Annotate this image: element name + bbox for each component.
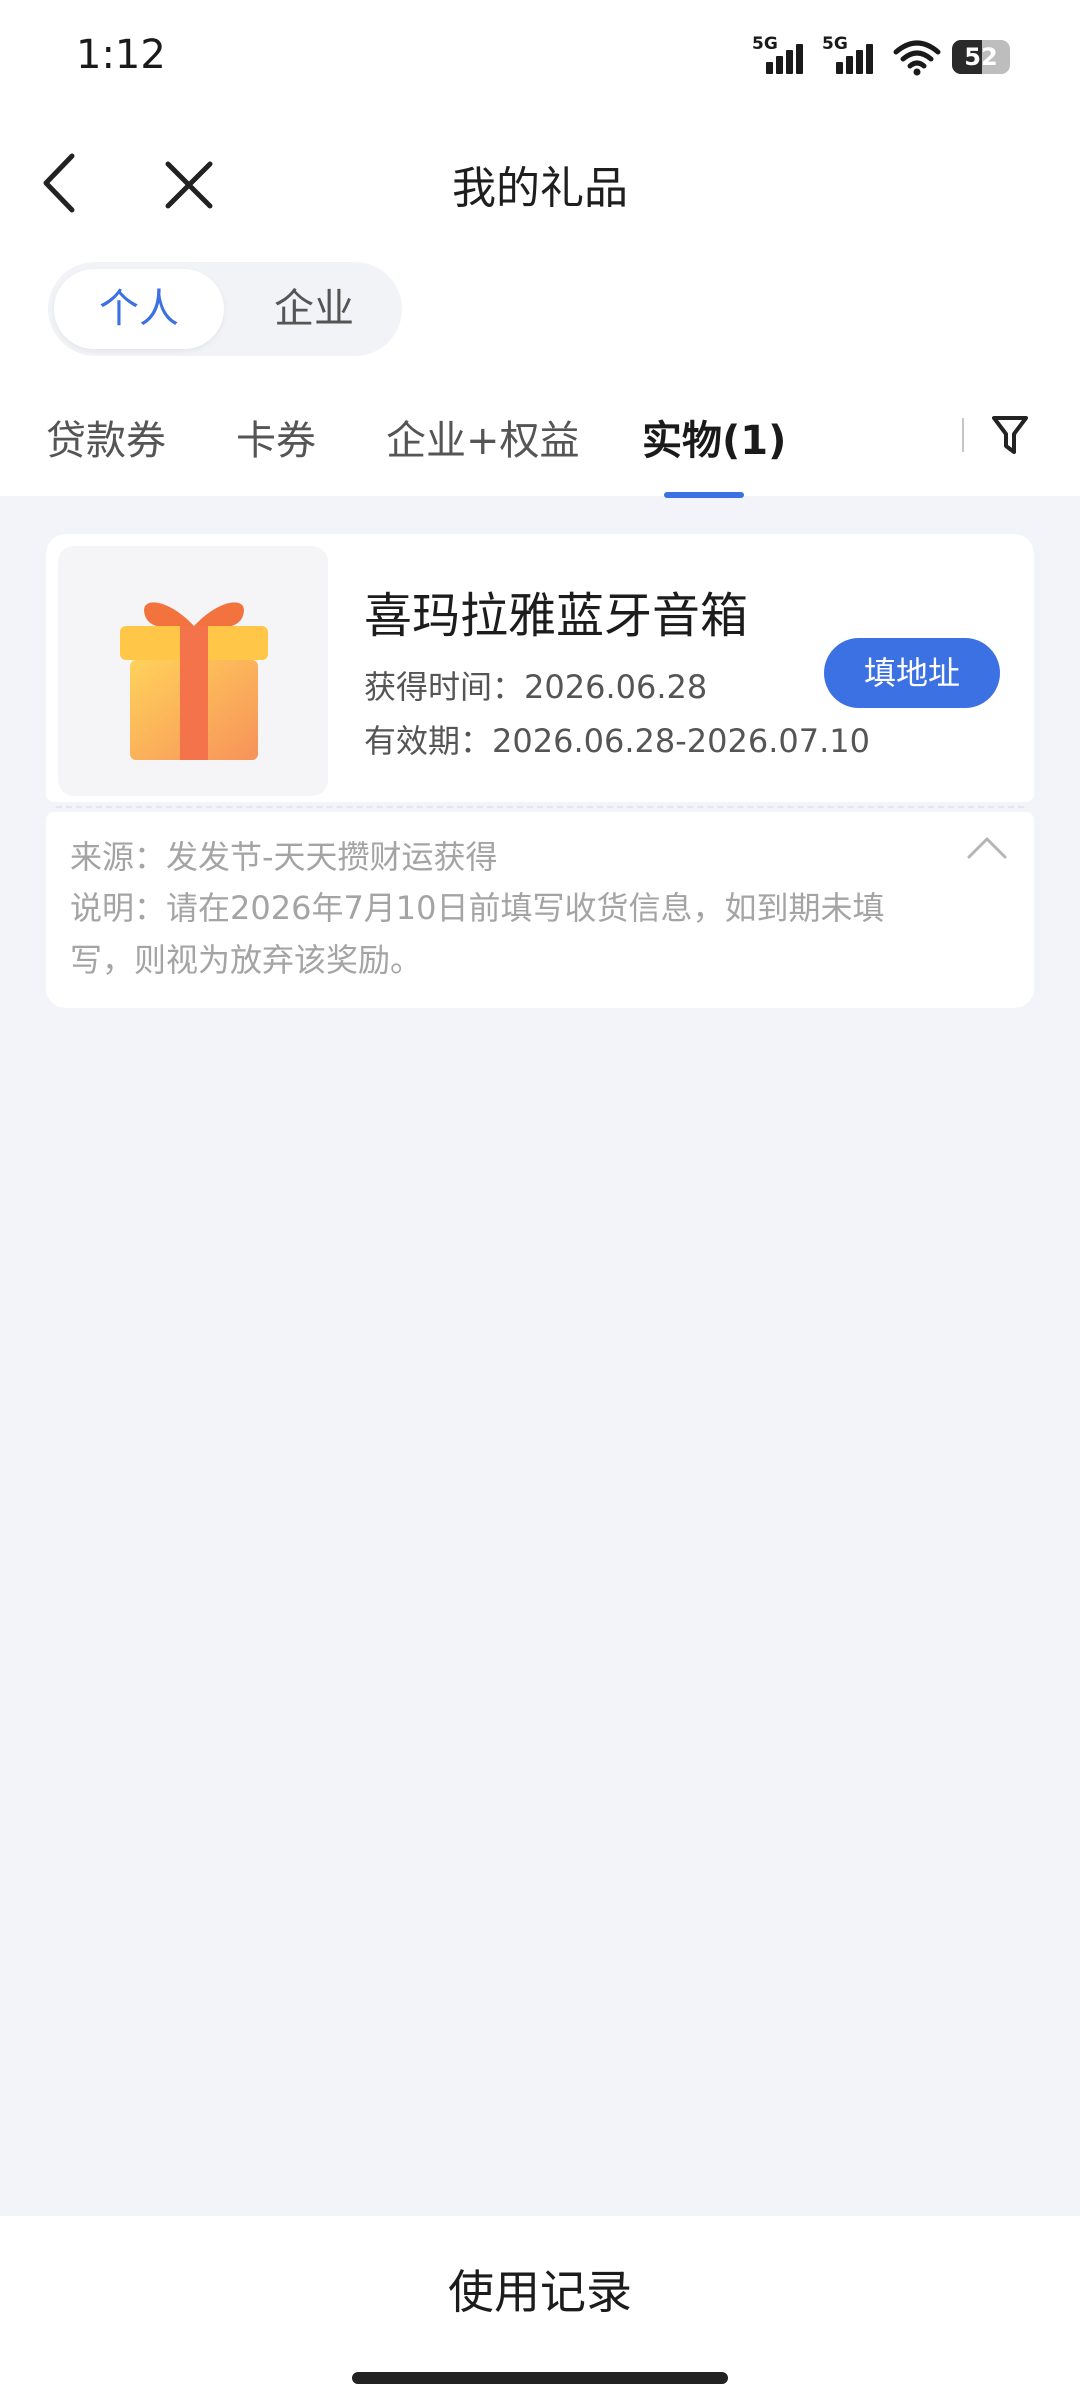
gift-thumbnail	[58, 546, 328, 796]
tab-physical[interactable]: 实物(1)	[642, 408, 786, 466]
gift-name: 喜玛拉雅蓝牙音箱	[364, 588, 749, 644]
chevron-up-icon[interactable]	[966, 834, 1008, 860]
status-time: 1:12	[76, 32, 166, 78]
gift-box-icon	[120, 602, 268, 760]
segment-personal[interactable]: 个人	[54, 269, 224, 349]
gift-source: 来源：发发节-天天攒财运获得	[70, 838, 498, 876]
gift-details: 来源：发发节-天天攒财运获得 说明：请在2026年7月10日前填写收货信息，如到…	[46, 812, 1034, 1008]
tab-enterprise-benefits[interactable]: 企业+权益	[386, 408, 580, 466]
page-title: 我的礼品	[452, 163, 628, 214]
home-indicator[interactable]	[352, 2372, 728, 2384]
gift-card[interactable]: 喜玛拉雅蓝牙音箱 获得时间：2026.06.28 有效期：2026.06.28-…	[46, 534, 1034, 802]
account-type-segment: 个人 企业	[48, 262, 402, 356]
category-tabs: 贷款券 卡券 企业+权益 实物(1)	[0, 400, 1080, 498]
active-tab-indicator	[664, 492, 744, 498]
status-icons: 5G 5G 52	[752, 34, 1010, 78]
tab-cards[interactable]: 卡券	[236, 408, 316, 466]
obtained-time: 获得时间：2026.06.28	[364, 668, 708, 706]
segment-enterprise[interactable]: 企业	[232, 269, 396, 349]
bottom-bar: 使用记录	[0, 2216, 1080, 2400]
tab-loan-coupons[interactable]: 贷款券	[46, 408, 166, 466]
validity-period: 有效期：2026.06.28-2026.07.10	[364, 722, 870, 760]
tab-divider	[962, 418, 964, 452]
usage-records-button[interactable]: 使用记录	[0, 2256, 1080, 2322]
signal-icon: 5G	[822, 34, 882, 78]
battery-icon: 52	[952, 40, 1010, 74]
fill-address-button[interactable]: 填地址	[824, 638, 1000, 708]
signal-icon: 5G	[752, 34, 812, 78]
wifi-icon	[893, 40, 941, 76]
header-area: 1:12 5G 5G 52 我的礼品 个人 企业 贷款券 卡券 企业+权益 实物…	[0, 0, 1080, 498]
gift-description: 说明：请在2026年7月10日前填写收货信息，如到期未填写，则视为放弃该奖励。	[70, 889, 885, 979]
filter-icon[interactable]	[990, 412, 1030, 458]
divider	[56, 806, 1024, 808]
